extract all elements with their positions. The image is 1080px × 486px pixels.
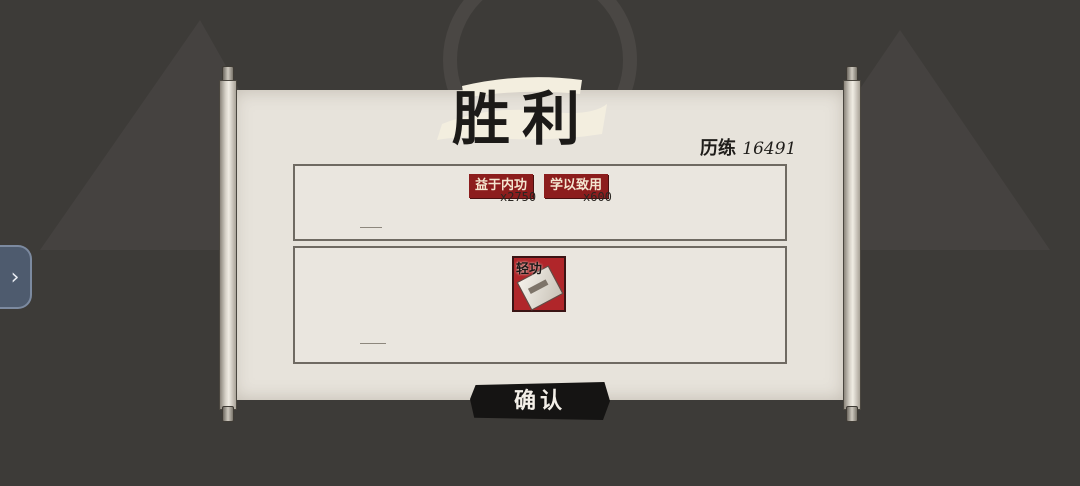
confirm-button[interactable]: 确认 bbox=[470, 382, 610, 420]
item-label: 轻功 bbox=[516, 262, 543, 277]
reward-count: x2750 bbox=[500, 190, 537, 204]
chevron-right-icon: › bbox=[10, 264, 20, 290]
victory-title: 胜利 bbox=[451, 85, 592, 153]
side-expand-button[interactable]: › bbox=[0, 245, 32, 309]
experience-label: 历练 bbox=[700, 138, 736, 159]
scroll-roller-right bbox=[840, 66, 864, 422]
experience-readout: 历练 16491 bbox=[700, 134, 796, 160]
scroll-roller-left bbox=[216, 66, 240, 422]
title-banner: 胜利 bbox=[432, 64, 612, 153]
rewards-panel bbox=[293, 164, 787, 241]
reward-count: x600 bbox=[583, 190, 612, 204]
experience-value: 16491 bbox=[742, 139, 797, 159]
